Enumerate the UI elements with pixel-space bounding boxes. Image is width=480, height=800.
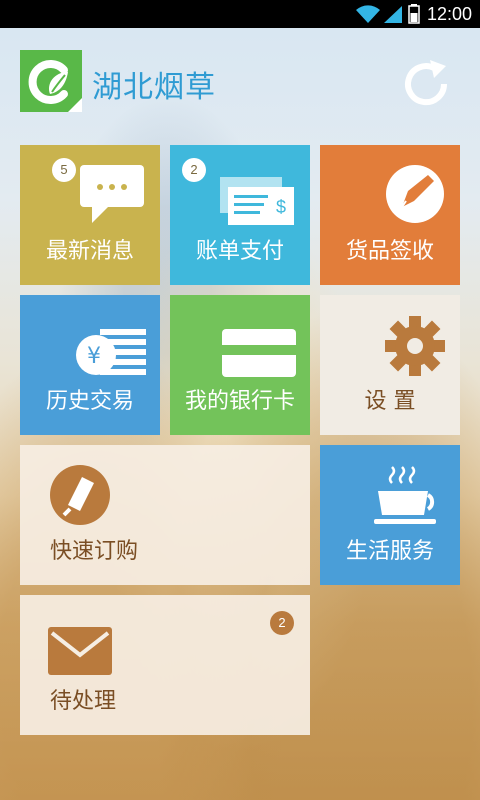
app-title: 湖北烟草 xyxy=(92,70,216,105)
refresh-icon[interactable] xyxy=(400,58,452,110)
tile-label: 快速订购 xyxy=(50,539,139,564)
tile-pending[interactable]: 2 待处理 xyxy=(20,595,310,735)
envelope-icon xyxy=(48,627,112,675)
tile-latest-messages[interactable]: 5 最新消息 xyxy=(20,145,160,285)
order-pen-icon xyxy=(50,465,110,525)
yen-coin-icon: ¥ xyxy=(76,329,146,375)
tile-label: 货品签收 xyxy=(345,239,434,264)
tile-label: 待处理 xyxy=(50,689,117,714)
tile-bill-payment[interactable]: 2 $ 账单支付 xyxy=(170,145,310,285)
tile-goods-receipt[interactable]: 货品签收 xyxy=(320,145,460,285)
tile-label: 账单支付 xyxy=(195,239,284,264)
message-count-badge: 5 xyxy=(52,158,76,182)
wifi-icon xyxy=(356,5,380,23)
coffee-cup-icon xyxy=(374,466,436,524)
signal-icon xyxy=(384,6,402,23)
svg-text:$: $ xyxy=(276,197,286,217)
tile-life-service[interactable]: 生活服务 xyxy=(320,445,460,585)
chat-bubble-icon xyxy=(80,165,144,223)
leaf-logo-icon xyxy=(20,50,82,112)
battery-icon xyxy=(408,4,420,24)
tile-settings[interactable]: 设 置 xyxy=(320,295,460,435)
sign-pen-icon xyxy=(386,165,444,223)
cheque-icon: $ xyxy=(220,177,294,225)
tile-label: 生活服务 xyxy=(345,539,434,564)
tile-transaction-history[interactable]: ¥ 历史交易 xyxy=(20,295,160,435)
tile-label: 设 置 xyxy=(364,389,416,414)
svg-text:¥: ¥ xyxy=(87,344,101,369)
tile-label: 历史交易 xyxy=(45,389,134,414)
tile-label: 我的银行卡 xyxy=(184,389,295,414)
clock: 12:00 xyxy=(426,4,472,24)
tile-my-bank-card[interactable]: 我的银行卡 xyxy=(170,295,310,435)
status-bar: 12:00 xyxy=(0,0,480,28)
gear-icon xyxy=(385,316,445,376)
bill-count-badge: 2 xyxy=(182,158,206,182)
tile-label: 最新消息 xyxy=(45,239,134,264)
tile-quick-order[interactable]: 快速订购 xyxy=(20,445,310,585)
pending-count-badge: 2 xyxy=(270,611,294,635)
card-icon xyxy=(222,329,296,377)
